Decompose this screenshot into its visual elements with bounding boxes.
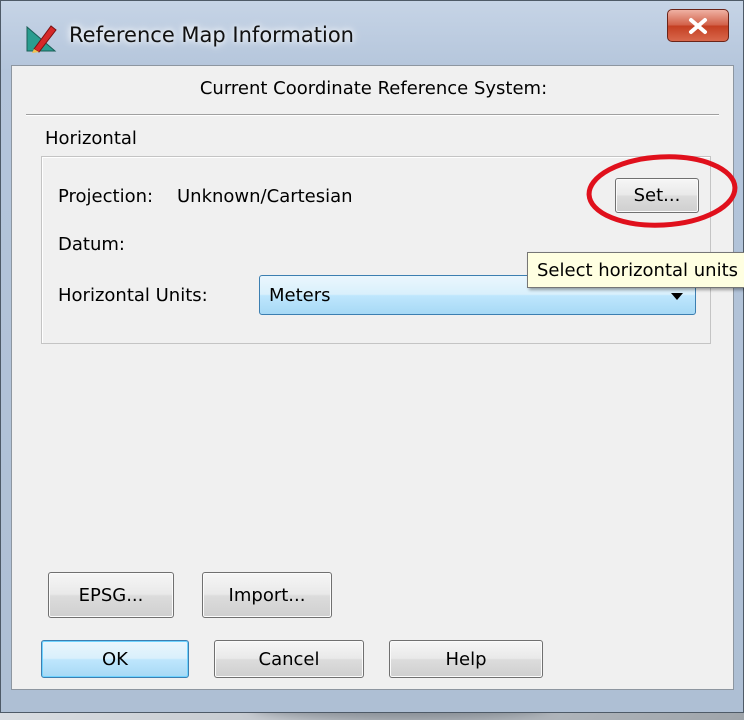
close-icon bbox=[689, 17, 707, 34]
help-button[interactable]: Help bbox=[389, 640, 543, 678]
import-button[interactable]: Import... bbox=[202, 572, 332, 618]
datum-label: Datum: bbox=[58, 234, 125, 255]
highlight-circle-annotation bbox=[586, 154, 738, 228]
title-bar[interactable]: Reference Map Information bbox=[1, 1, 743, 65]
horizontal-units-label: Horizontal Units: bbox=[58, 285, 208, 306]
projection-value: Unknown/Cartesian bbox=[177, 186, 353, 207]
epsg-button[interactable]: EPSG... bbox=[48, 572, 174, 618]
pencil-ruler-icon bbox=[26, 25, 57, 53]
cancel-button[interactable]: Cancel bbox=[214, 640, 364, 678]
heading-divider bbox=[26, 114, 719, 116]
projection-label: Projection: bbox=[58, 186, 154, 207]
ok-button[interactable]: OK bbox=[41, 640, 189, 678]
close-button[interactable] bbox=[667, 9, 729, 42]
horizontal-units-tooltip: Select horizontal units bbox=[527, 252, 744, 288]
crs-heading: Current Coordinate Reference System: bbox=[199, 78, 548, 99]
horizontal-units-selected: Meters bbox=[269, 285, 331, 306]
window-title: Reference Map Information bbox=[69, 23, 354, 47]
horizontal-group-label: Horizontal bbox=[44, 128, 138, 149]
reference-map-dialog: Reference Map Information Current Coordi… bbox=[0, 0, 744, 713]
chevron-down-icon[interactable] bbox=[671, 293, 683, 300]
